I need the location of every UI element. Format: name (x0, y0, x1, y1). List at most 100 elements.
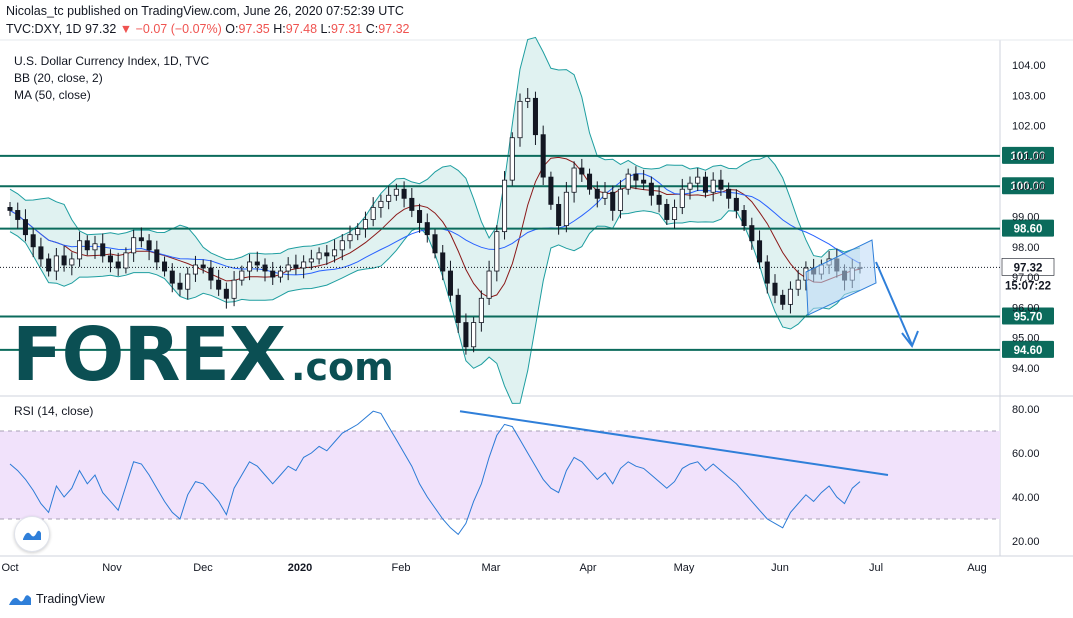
price-tick-label: 94.00 (1012, 363, 1040, 375)
publisher-text: Nicolas_tc published on TradingView.com,… (6, 4, 404, 18)
candle-body (146, 240, 152, 251)
candle-body (455, 294, 461, 323)
tradingview-brand: TradingView (36, 592, 105, 606)
time-tick-label: Oct (1, 562, 18, 574)
time-tick-label: Mar (482, 562, 501, 574)
candle-body (780, 294, 786, 305)
candle-body (494, 231, 500, 272)
low-label: L: (320, 22, 331, 36)
candle-body (633, 173, 639, 181)
wave-icon (23, 530, 41, 540)
candle-body (162, 261, 168, 272)
candle-body (587, 173, 593, 190)
candle-body (393, 188, 399, 196)
candle-body (517, 100, 523, 139)
candle-body (69, 258, 75, 266)
candle-body (192, 264, 198, 275)
tradingview-logo-icon (9, 595, 31, 605)
candle-body (718, 179, 724, 190)
candle-body (270, 270, 276, 278)
candle-body (757, 240, 763, 263)
level-label: 94.60 (1014, 345, 1043, 357)
candle-body (540, 134, 546, 178)
candle-body (772, 282, 778, 296)
rsi-band (0, 431, 1000, 519)
candle-body (486, 270, 492, 299)
candle-body (672, 207, 678, 220)
candle-body (293, 264, 299, 269)
candle-body (478, 297, 484, 323)
candle-body (46, 258, 52, 272)
candle-body (154, 249, 160, 263)
candle-body (648, 182, 654, 196)
chart-title[interactable]: U.S. Dollar Currency Index, 1D, TVC (14, 54, 209, 68)
candle-body (277, 270, 283, 278)
candle-body (695, 176, 701, 184)
candle-body (741, 210, 747, 226)
rsi-pane (0, 410, 1000, 536)
candle-body (254, 261, 260, 266)
price-tick-label: 103.00 (1012, 90, 1046, 102)
candle-body (556, 203, 562, 226)
chart-canvas[interactable]: 101.00100.0098.6095.7094.6097.3215:07:22… (0, 0, 1073, 618)
price-tick-label: 102.00 (1012, 121, 1046, 133)
candle-body (563, 191, 569, 226)
candle-body (571, 167, 577, 193)
change-value: −0.07 (−0.07%) (135, 22, 222, 36)
candle-body (355, 228, 361, 236)
candle-body (185, 273, 191, 290)
tradingview-footer[interactable]: TradingView (8, 592, 105, 606)
bb-legend[interactable]: BB (20, close, 2) (14, 71, 103, 85)
candle-body (795, 279, 801, 290)
forex-watermark: FOREX .com (12, 318, 394, 392)
candle-body (15, 210, 21, 220)
candle-body (726, 188, 732, 199)
price-tick-label: 96.00 (1012, 302, 1040, 314)
candle-body (324, 252, 330, 257)
time-tick-label: Aug (967, 562, 987, 574)
candle-body (30, 234, 36, 248)
time-tick-label: Jun (771, 562, 789, 574)
publisher-line: Nicolas_tc published on TradingView.com,… (6, 4, 404, 18)
high-value: 97.48 (285, 22, 318, 36)
ma-legend[interactable]: MA (50, close) (14, 88, 91, 102)
rsi-tick-label: 60.00 (1012, 448, 1040, 460)
candle-body (53, 255, 59, 272)
candle-body (61, 255, 67, 266)
tradingview-chart-icon[interactable] (14, 516, 50, 552)
candle-body (262, 264, 268, 272)
candle-body (594, 188, 600, 199)
close-label: C: (365, 22, 379, 36)
candle-body (77, 240, 83, 260)
candle-body (424, 222, 430, 236)
time-tick-label: May (674, 562, 695, 574)
forex-logo-text: FOREX (12, 312, 286, 398)
candle-body (100, 243, 106, 257)
time-tick-label: Dec (193, 562, 213, 574)
candle-body (339, 240, 345, 251)
rsi-tick-label: 80.00 (1012, 404, 1040, 416)
price-tick-label: 104.00 (1012, 60, 1046, 72)
down-arrow-icon: ▼ (119, 22, 133, 36)
candle-body (7, 207, 13, 211)
price-tick-label: 100.00 (1012, 181, 1046, 193)
rsi-legend[interactable]: RSI (14, close) (14, 404, 93, 418)
candle-body (131, 237, 137, 254)
candle-body (200, 264, 206, 269)
candle-body (370, 207, 376, 220)
price-tick-label: 97.00 (1012, 272, 1040, 284)
candle-body (617, 188, 623, 211)
candle-body (38, 246, 44, 260)
symbol[interactable]: TVC:DXY, 1D (6, 22, 82, 36)
candle-body (579, 167, 585, 175)
high-label: H: (273, 22, 286, 36)
candle-body (687, 182, 693, 190)
candle-body (84, 240, 90, 251)
candle-body (239, 270, 245, 281)
candle-body (347, 234, 353, 242)
last-value: 97.32 (84, 22, 117, 36)
candle-body (656, 194, 662, 205)
candle-body (386, 194, 392, 202)
candle-body (308, 258, 314, 263)
candle-body (316, 252, 322, 260)
